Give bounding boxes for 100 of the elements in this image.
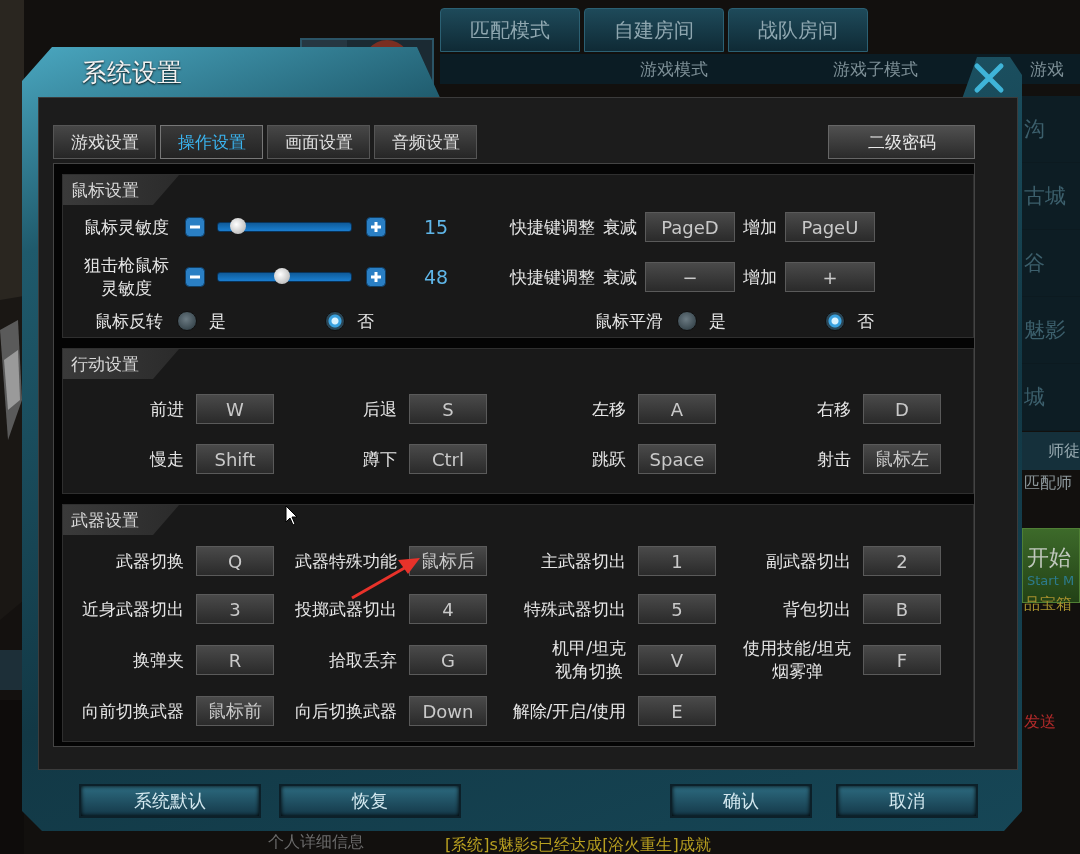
binding-label: 前进: [150, 397, 184, 421]
key-binding-field[interactable]: PageU: [785, 212, 875, 242]
footer-button[interactable]: 恢复: [279, 783, 461, 818]
key-binding-field[interactable]: A: [638, 394, 716, 424]
cursor-icon: [285, 505, 298, 526]
minus-icon[interactable]: [185, 217, 205, 237]
slider-value: 48: [422, 266, 450, 288]
plus-icon[interactable]: [366, 217, 386, 237]
send-text: 发送: [1024, 712, 1056, 733]
chat-message: [系统]s魅影s已经达成[浴火重生]成就: [445, 835, 711, 854]
key-binding-field[interactable]: 4: [409, 594, 487, 624]
binding-label: 主武器切出: [541, 549, 626, 573]
settings-tab[interactable]: 操作设置: [160, 125, 263, 159]
column-header: 游戏子模式: [833, 57, 918, 81]
binding-label: 向前切换武器: [82, 699, 184, 723]
footer-button[interactable]: 系统默认: [79, 783, 261, 818]
key-binding-field[interactable]: R: [196, 645, 274, 675]
key-binding-field[interactable]: −: [645, 262, 735, 292]
increase-label: 增加: [743, 265, 777, 289]
radio-label: 否: [856, 309, 874, 333]
binding-label: 后退: [363, 397, 397, 421]
binding-label: 换弹夹: [133, 648, 184, 672]
slider-thumb[interactable]: [273, 268, 290, 284]
binding-label-line: 视角切换: [555, 660, 624, 683]
settings-tab[interactable]: 音频设置: [374, 125, 477, 159]
binding-label-line: 使用技能/坦克: [743, 637, 851, 660]
key-binding-field[interactable]: 5: [638, 594, 716, 624]
key-binding-field[interactable]: 1: [638, 546, 716, 576]
slider-label-line: 狙击枪鼠标: [84, 254, 169, 277]
key-binding-field[interactable]: Shift: [196, 444, 274, 474]
key-binding-field[interactable]: G: [409, 645, 487, 675]
mode-tab[interactable]: 自建房间: [584, 8, 724, 52]
radio-button[interactable]: [824, 311, 845, 331]
binding-label-line: 机甲/坦克: [552, 637, 626, 660]
settings-tab[interactable]: 画面设置: [267, 125, 370, 159]
section-title: 武器设置: [63, 505, 179, 535]
mentor-match-text: 匹配师: [1024, 473, 1072, 494]
toggle-label: 鼠标平滑: [594, 309, 663, 333]
binding-label: 近身武器切出: [82, 597, 184, 621]
key-binding-field[interactable]: 鼠标左: [863, 444, 941, 474]
close-icon[interactable]: [972, 61, 1006, 95]
footer-button[interactable]: 取消: [836, 783, 978, 818]
key-binding-field[interactable]: PageD: [645, 212, 735, 242]
dialog-title: 系统设置: [82, 56, 182, 89]
key-binding-field[interactable]: +: [785, 262, 875, 292]
decrease-label: 衰减: [603, 215, 637, 239]
radio-label: 是: [209, 309, 227, 333]
mode-tab[interactable]: 战队房间: [728, 8, 868, 52]
key-binding-field[interactable]: B: [863, 594, 941, 624]
mode-tab[interactable]: 匹配模式: [440, 8, 580, 52]
minus-icon[interactable]: [185, 267, 205, 287]
slider-value: 15: [422, 216, 450, 238]
key-binding-field[interactable]: Q: [196, 546, 274, 576]
slider-label: 鼠标灵敏度: [84, 215, 169, 239]
secondary-password-button[interactable]: 二级密码: [828, 125, 975, 159]
key-binding-field[interactable]: D: [863, 394, 941, 424]
radio-button[interactable]: [676, 311, 697, 331]
radio-label: 否: [357, 309, 375, 333]
column-header: 游戏模式: [640, 57, 708, 81]
column-header: 游戏: [1030, 57, 1064, 81]
binding-label: 解除/开启/使用: [512, 699, 626, 723]
section-title: 行动设置: [63, 349, 179, 379]
key-binding-field[interactable]: V: [638, 645, 716, 675]
key-binding-field[interactable]: F: [863, 645, 941, 675]
binding-label: 武器特殊功能: [295, 549, 397, 573]
section-title: 鼠标设置: [63, 175, 179, 205]
profile-link[interactable]: 个人详细信息: [268, 832, 364, 853]
increase-label: 增加: [743, 215, 777, 239]
key-binding-field[interactable]: 鼠标前: [196, 696, 274, 726]
key-binding-field[interactable]: 2: [863, 546, 941, 576]
binding-label: 蹲下: [363, 447, 397, 471]
key-binding-field[interactable]: W: [196, 394, 274, 424]
footer-button[interactable]: 确认: [670, 783, 812, 818]
key-binding-field[interactable]: Ctrl: [409, 444, 487, 474]
key-binding-field[interactable]: S: [409, 394, 487, 424]
radio-button[interactable]: [325, 311, 346, 331]
toggle-label: 鼠标反转: [95, 309, 164, 333]
radio-button[interactable]: [177, 311, 198, 331]
binding-label: 慢走: [150, 447, 184, 471]
settings-tab[interactable]: 游戏设置: [53, 125, 156, 159]
plus-icon[interactable]: [366, 267, 386, 287]
binding-label: 左移: [592, 397, 626, 421]
binding-label: 右移: [817, 397, 851, 421]
binding-label: 背包切出: [783, 597, 851, 621]
key-binding-field[interactable]: Down: [409, 696, 487, 726]
key-binding-field[interactable]: Space: [638, 444, 716, 474]
binding-label: 拾取丢弃: [329, 648, 397, 672]
slider-thumb[interactable]: [229, 218, 246, 234]
key-binding-field[interactable]: 鼠标后: [409, 546, 487, 576]
binding-label: 跳跃: [592, 447, 626, 471]
binding-label: 副武器切出: [766, 549, 851, 573]
binding-label-line: 烟雾弹: [771, 660, 823, 683]
binding-label: 武器切换: [116, 549, 184, 573]
key-binding-field[interactable]: 3: [196, 594, 274, 624]
binding-label: 射击: [817, 447, 851, 471]
mentor-tab[interactable]: 师徒: [1022, 432, 1080, 470]
hotkey-label: 快捷键调整: [510, 215, 595, 239]
key-binding-field[interactable]: E: [638, 696, 716, 726]
slider-label-line: 灵敏度: [101, 277, 152, 300]
binding-label: 向后切换武器: [295, 699, 397, 723]
